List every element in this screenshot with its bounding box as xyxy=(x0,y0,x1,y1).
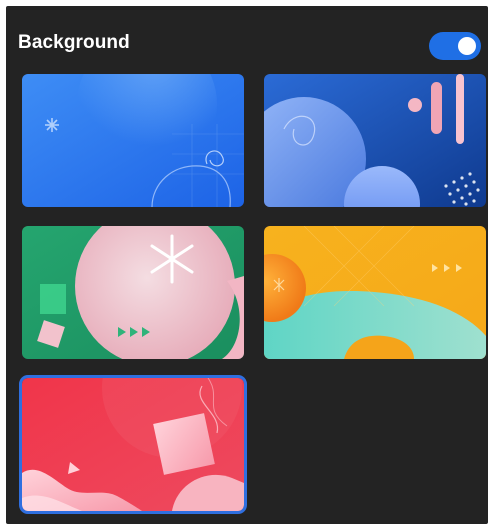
orange-waves-image xyxy=(264,226,486,359)
background-option-navy[interactable] xyxy=(264,74,486,207)
background-panel: Background xyxy=(6,6,488,524)
navy-shapes-image xyxy=(264,74,486,207)
green-shapes-image xyxy=(22,226,244,359)
blue-gradient-image xyxy=(22,74,244,207)
red-waves-image xyxy=(22,378,244,511)
background-toggle[interactable] xyxy=(429,32,481,60)
background-option-blue[interactable] xyxy=(22,74,244,207)
panel-title: Background xyxy=(18,32,130,53)
toggle-knob xyxy=(458,37,476,55)
background-option-red[interactable] xyxy=(19,375,247,514)
background-option-green[interactable] xyxy=(22,226,244,359)
background-option-orange[interactable] xyxy=(264,226,486,359)
